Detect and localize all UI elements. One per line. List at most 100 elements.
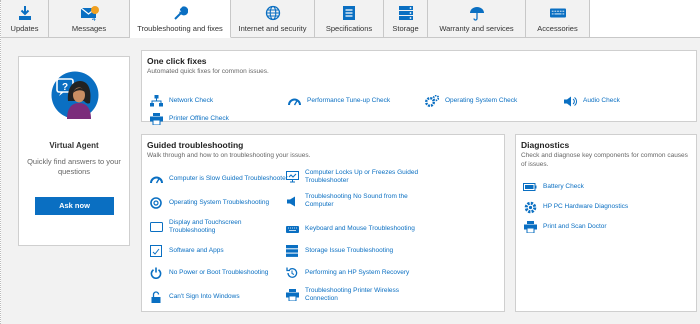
speedometer-icon — [149, 173, 163, 185]
umbrella-icon — [469, 5, 485, 21]
tab-label: Warranty and services — [439, 24, 514, 33]
printer-icon — [285, 289, 299, 301]
one-click-fixes-panel: One click fixes Automated quick fixes fo… — [141, 50, 697, 125]
item-label: Printer Offline Check — [169, 115, 229, 122]
keyboard-mouse-link[interactable]: Keyboard and Mouse Troubleshooting — [285, 223, 425, 235]
gears-icon — [425, 95, 439, 107]
item-label: Performing an HP System Recovery — [305, 269, 410, 276]
no-power-boot-link[interactable]: No Power or Boot Troubleshooting — [149, 267, 289, 279]
performance-tuneup-check-link[interactable]: Performance Tune-up Check — [287, 95, 390, 107]
print-scan-doctor-link[interactable]: Print and Scan Doctor — [523, 221, 607, 233]
download-icon — [17, 5, 33, 21]
tab-label: Specifications — [325, 24, 373, 33]
guided-troubleshooting-panel: Guided troubleshooting Walk through and … — [141, 134, 505, 312]
lock-icon — [149, 291, 163, 303]
power-icon — [149, 267, 163, 279]
tab-bar: Updates 4 Messages Troubleshooting and f… — [1, 0, 700, 38]
computer-locks-up-link[interactable]: Computer Locks Up or Freezes Guided Trou… — [285, 169, 425, 185]
tab-label: Internet and security — [238, 24, 307, 33]
operating-system-check-link[interactable]: Operating System Check — [425, 95, 517, 107]
disc-icon — [149, 197, 163, 209]
printer-offline-check-link[interactable]: Printer Offline Check — [149, 113, 229, 125]
main-content: ? Virtual Agent Quickly find answers to … — [1, 38, 700, 324]
no-sound-link[interactable]: Troubleshooting No Sound from the Comput… — [285, 193, 425, 209]
message-count: 4 — [92, 16, 96, 23]
item-label: Can't Sign Into Windows — [169, 293, 240, 300]
section-subtitle: Automated quick fixes for common issues. — [147, 68, 269, 75]
printer-icon — [523, 221, 537, 233]
item-label: HP PC Hardware Diagnostics — [543, 203, 629, 210]
tab-specifications[interactable]: Specifications — [315, 0, 384, 38]
battery-check-link[interactable]: Battery Check — [523, 181, 584, 193]
monitor-icon — [285, 171, 299, 183]
tab-storage[interactable]: Storage — [384, 0, 428, 38]
storage-icon — [285, 245, 299, 257]
tab-warranty-services[interactable]: Warranty and services — [428, 0, 526, 38]
item-label: Battery Check — [543, 183, 584, 190]
section-subtitle: Walk through and how to on troubleshooti… — [147, 152, 311, 159]
spec-sheet-icon — [341, 5, 357, 21]
software-apps-link[interactable]: Software and Apps — [149, 245, 289, 257]
section-subtitle: Check and diagnose key components for co… — [521, 152, 688, 168]
speaker-icon — [285, 195, 299, 207]
svg-text:?: ? — [62, 82, 68, 93]
section-title: Guided troubleshooting — [147, 140, 244, 150]
tab-updates[interactable]: Updates — [1, 0, 49, 38]
display-icon — [149, 221, 163, 233]
diagnostics-panel: Diagnostics Check and diagnose key compo… — [515, 134, 697, 312]
item-label: Troubleshooting No Sound from the Comput… — [305, 193, 408, 208]
recovery-icon — [285, 267, 299, 279]
wrench-icon — [172, 5, 188, 21]
item-label: Performance Tune-up Check — [307, 97, 391, 104]
item-label: No Power or Boot Troubleshooting — [169, 269, 269, 276]
item-label: Print and Scan Doctor — [543, 223, 607, 230]
item-label: Software and Apps — [169, 247, 224, 254]
network-check-link[interactable]: Network Check — [149, 95, 213, 107]
keyboard-icon — [549, 5, 566, 21]
storage-issue-link[interactable]: Storage Issue Troubleshooting — [285, 245, 425, 257]
gear-icon — [523, 201, 537, 213]
virtual-agent-card: ? Virtual Agent Quickly find answers to … — [18, 56, 130, 246]
item-label: Computer is Slow Guided Troubleshooter — [169, 175, 288, 182]
operating-system-troubleshooting-link[interactable]: Operating System Troubleshooting — [149, 197, 289, 209]
display-touchscreen-link[interactable]: Display and Touchscreen Troubleshooting — [149, 219, 289, 235]
section-title: One click fixes — [147, 56, 207, 66]
item-label: Audio Check — [583, 97, 620, 104]
cant-sign-in-link[interactable]: Can't Sign Into Windows — [149, 291, 289, 303]
item-label: Display and Touchscreen Troubleshooting — [169, 219, 242, 234]
tab-messages[interactable]: 4 Messages — [49, 0, 130, 38]
battery-icon — [523, 181, 537, 193]
tab-label: Updates — [10, 24, 39, 33]
speaker-icon — [563, 95, 577, 107]
tab-troubleshooting[interactable]: Troubleshooting and fixes — [130, 0, 231, 38]
computer-slow-link[interactable]: Computer is Slow Guided Troubleshooter — [149, 173, 289, 185]
system-recovery-link[interactable]: Performing an HP System Recovery — [285, 267, 425, 279]
virtual-agent-avatar: ? — [51, 71, 99, 119]
software-icon — [149, 245, 163, 257]
tab-label: Messages — [71, 24, 107, 33]
notification-badge — [91, 6, 99, 14]
tab-internet-security[interactable]: Internet and security — [231, 0, 315, 38]
tab-label: Storage — [392, 24, 419, 33]
keyboard-icon — [285, 223, 299, 235]
printer-wireless-link[interactable]: Troubleshooting Printer Wireless Connect… — [285, 287, 425, 303]
item-label: Operating System Check — [445, 97, 518, 104]
ask-now-button[interactable]: Ask now — [35, 197, 114, 215]
item-label: Operating System Troubleshooting — [169, 199, 270, 206]
speedometer-icon — [287, 95, 301, 107]
audio-check-link[interactable]: Audio Check — [563, 95, 620, 107]
item-label: Storage Issue Troubleshooting — [305, 247, 394, 254]
storage-icon — [398, 5, 414, 21]
item-label: Computer Locks Up or Freezes Guided Trou… — [305, 169, 419, 184]
printer-icon — [149, 113, 163, 125]
agent-title: Virtual Agent — [49, 141, 99, 150]
section-title: Diagnostics — [521, 140, 570, 150]
tab-label: Accessories — [537, 24, 578, 33]
item-label: Troubleshooting Printer Wireless Connect… — [305, 287, 400, 302]
tab-accessories[interactable]: Accessories — [526, 0, 590, 38]
item-label: Network Check — [169, 97, 214, 104]
globe-icon — [265, 5, 281, 21]
envelope-icon: 4 — [81, 5, 99, 23]
agent-description: Quickly find answers to your questions — [27, 157, 121, 176]
hp-pc-hardware-diagnostics-link[interactable]: HP PC Hardware Diagnostics — [523, 201, 628, 213]
